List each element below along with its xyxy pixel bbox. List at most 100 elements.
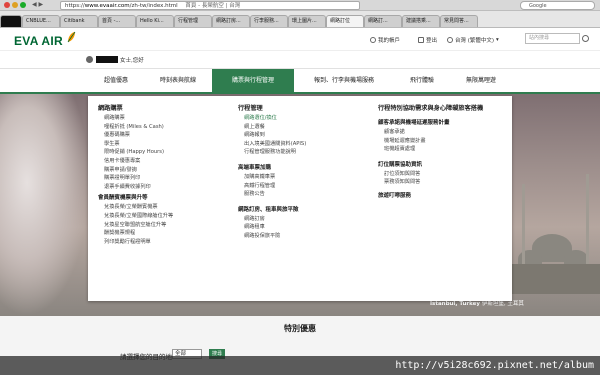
user-icon — [370, 37, 376, 43]
link-credit-card-offers[interactable]: 信用卡優惠專案 — [98, 157, 228, 166]
section-heading-special-assistance[interactable]: 行程特別協助需求與身心障礙旅客搭機 — [378, 104, 508, 114]
link-hsr-manage[interactable]: 高鐵行程管理 — [238, 182, 368, 191]
link-award-upgrade[interactable]: 兌換長榮/立榮國際線艙位升等 — [98, 212, 228, 221]
url-scheme: https:// — [65, 3, 85, 9]
link-refund-receipt[interactable]: 退票手續費收據列印 — [98, 183, 228, 192]
back-arrow-icon[interactable]: ◀ ▶ — [32, 1, 43, 8]
language-selector[interactable]: 台灣 (繁體中文) ▾ — [447, 36, 499, 44]
link-award-rules[interactable]: 酬獎機票規程 — [98, 229, 228, 238]
link-apis[interactable]: 出入境美國通關資料(APIS) — [238, 140, 368, 149]
link-seat-selection[interactable]: 網路選位/換位 — [238, 114, 368, 123]
panel-column-3: 行程特別協助需求與身心障礙旅客搭機 顧客承諾與機場延遲服務計畫 顧客承諾 機場延… — [378, 104, 508, 201]
browser-search-placeholder: Google — [529, 3, 547, 9]
link-online-checkin[interactable]: 網路報到 — [238, 131, 368, 140]
link-overbooking[interactable]: 班機超賣處理 — [378, 145, 508, 154]
link-booking-faq[interactable]: 訂位須知與問答 — [378, 170, 508, 179]
panel-column-2: 行程管理 網路選位/換位 網上選餐 網路報到 出入境美國通關資料(APIS) 行… — [238, 104, 368, 241]
my-account-link[interactable]: 我的帳戶 — [370, 36, 400, 44]
link-hsr-ticket[interactable]: 加購高鐵車票 — [238, 173, 368, 182]
nav-booking-manage[interactable]: 購票與行程管理 — [212, 69, 294, 93]
site-search-input[interactable]: 站內搜尋 — [525, 33, 589, 44]
tab-booking-active[interactable]: 網路訂位 — [326, 15, 364, 27]
member-icon — [86, 56, 93, 63]
tab-images[interactable]: 環上圖片... — [288, 15, 326, 27]
nav-deals[interactable]: 超值優惠 — [88, 69, 144, 93]
eva-air-logo[interactable]: EVA AIR — [14, 34, 63, 48]
link-miles-cash[interactable]: 哩程折抵 (Miles & Cash) — [98, 123, 228, 132]
link-award-itinerary[interactable]: 列印獎勵行程證明單 — [98, 238, 228, 247]
greeting-bar: 女士,您好 — [0, 50, 600, 68]
nav-infinity-mileage[interactable]: 無限萬哩遊 — [450, 69, 512, 93]
logout-icon — [418, 37, 424, 43]
nav-schedule[interactable]: 時刻表與航線 — [144, 69, 212, 93]
section-heading-hsr[interactable]: 高端車票加購 — [238, 163, 368, 173]
link-ticket-faq[interactable]: 票務須知與問答 — [378, 178, 508, 187]
minimize-window-icon[interactable] — [12, 2, 18, 8]
link-trip-manage-help[interactable]: 行程管理服務功能說明 — [238, 148, 368, 157]
hero-caption-en: Istanbul, Turkey — [430, 301, 480, 307]
link-service-notice[interactable]: 服務公告 — [238, 190, 368, 199]
link-car-rental[interactable]: 網路租車 — [238, 223, 368, 232]
browser-chrome: ◀ ▶ https://www.evaair.com/zh-tw/index.h… — [0, 0, 600, 28]
link-happy-hours[interactable]: 限時促銷 (Happy Hours) — [98, 148, 228, 157]
url-domain: www.evaair.com — [84, 3, 130, 9]
redacted-name — [96, 56, 118, 63]
tab-trip-manage[interactable]: 行程管理 — [174, 15, 212, 27]
link-travel-insurance[interactable]: 網路投保旅平險 — [238, 232, 368, 241]
link-promo-code[interactable]: 優惠碼購票 — [98, 131, 228, 140]
booking-dropdown-panel: 網路購票 網路購票 哩程折抵 (Miles & Cash) 優惠碼購票 學生票 … — [88, 96, 512, 301]
greeting-text: 女士,您好 — [120, 58, 144, 64]
site-search-placeholder: 站內搜尋 — [529, 35, 550, 41]
nav-checkin[interactable]: 報到、行李與機場服務 — [294, 69, 394, 93]
nav-experience[interactable]: 飛行體驗 — [394, 69, 450, 93]
link-hotel[interactable]: 網路訂房 — [238, 215, 368, 224]
tab-bar: CNBLUE... Citibank 首頁 -... Hello Ki... 行… — [0, 12, 600, 27]
link-online-booking[interactable]: 網路購票 — [98, 114, 228, 123]
section-heading-booking-info[interactable]: 訂位購票協助資訊 — [378, 160, 508, 170]
tab-hotel[interactable]: 網路訂房... — [212, 15, 250, 27]
globe-icon — [447, 37, 453, 43]
url-path: /zh-tw/index.html — [129, 3, 178, 9]
url-field[interactable]: https://www.evaair.com/zh-tw/index.html … — [60, 1, 360, 10]
tab-hello-kitty[interactable]: Hello Ki... — [136, 15, 174, 27]
logo-leaf-icon — [67, 31, 76, 43]
hero-mosque — [510, 154, 600, 294]
section-heading-hotel-car[interactable]: 網路訂房、租車與旅平險 — [238, 205, 368, 215]
link-customer-commitment[interactable]: 顧客承諾 — [378, 128, 508, 137]
link-award-ticket[interactable]: 兌換長榮/立榮酬賓機票 — [98, 203, 228, 212]
chevron-down-icon: ▾ — [496, 37, 499, 43]
hero-caption-zh: 伊斯坦堡, 土耳其 — [481, 301, 524, 307]
tab-home[interactable]: 首頁 -... — [98, 15, 136, 27]
tab-citibank[interactable]: Citibank — [60, 15, 98, 27]
link-booking-receipt[interactable]: 購票證明單列印 — [98, 174, 228, 183]
section-heading-travel-reminder[interactable]: 旅遊叮嚀服務 — [378, 191, 508, 201]
tab-baggage[interactable]: 行李服務... — [250, 15, 288, 27]
section-heading-customer-commitment[interactable]: 顧客承諾與機場延遲服務計畫 — [378, 118, 508, 128]
logout-link[interactable]: 登出 — [418, 36, 437, 44]
special-offers-title: 特別優惠 — [284, 324, 316, 333]
tab-booking-2[interactable]: 網路訂... — [364, 15, 402, 27]
link-meal-selection[interactable]: 網上選餐 — [238, 123, 368, 132]
link-star-alliance-upgrade[interactable]: 兌換星空聯盟航空艙位升等 — [98, 221, 228, 230]
site-header: EVA AIR 我的帳戶 登出 台灣 (繁體中文) ▾ 站內搜尋 — [0, 28, 600, 50]
link-student-fare[interactable]: 學生票 — [98, 140, 228, 149]
tab-redacted[interactable] — [0, 15, 22, 27]
section-heading-online-booking[interactable]: 網路購票 — [98, 104, 228, 114]
search-icon[interactable] — [582, 35, 589, 42]
hero-blossom-tree — [0, 94, 90, 316]
watermark-text: http://v5i28c692.pixnet.net/album — [395, 360, 594, 371]
section-heading-award[interactable]: 會員酬賓機票與升等 — [98, 193, 228, 203]
browser-search-field[interactable]: Google — [520, 1, 595, 10]
tab-faq[interactable]: 常見問答... — [440, 15, 478, 27]
tab-suggest[interactable]: 建議搭乘... — [402, 15, 440, 27]
section-heading-trip-manage[interactable]: 行程管理 — [238, 104, 368, 114]
link-delay-plan[interactable]: 機場延遲應變計畫 — [378, 137, 508, 146]
close-window-icon[interactable] — [4, 2, 10, 8]
zoom-window-icon[interactable] — [20, 2, 26, 8]
main-nav: 超值優惠 時刻表與航線 購票與行程管理 報到、行李與機場服務 飛行體驗 無限萬哩… — [0, 68, 600, 94]
link-booking-request[interactable]: 購票申請/發詢 — [98, 166, 228, 175]
address-bar-row: ◀ ▶ https://www.evaair.com/zh-tw/index.h… — [0, 0, 600, 11]
panel-column-1: 網路購票 網路購票 哩程折抵 (Miles & Cash) 優惠碼購票 學生票 … — [98, 104, 228, 246]
tab-cnblue[interactable]: CNBLUE... — [22, 15, 60, 27]
url-page-title: 首頁 - 長榮航空 | 台灣 — [185, 3, 241, 9]
